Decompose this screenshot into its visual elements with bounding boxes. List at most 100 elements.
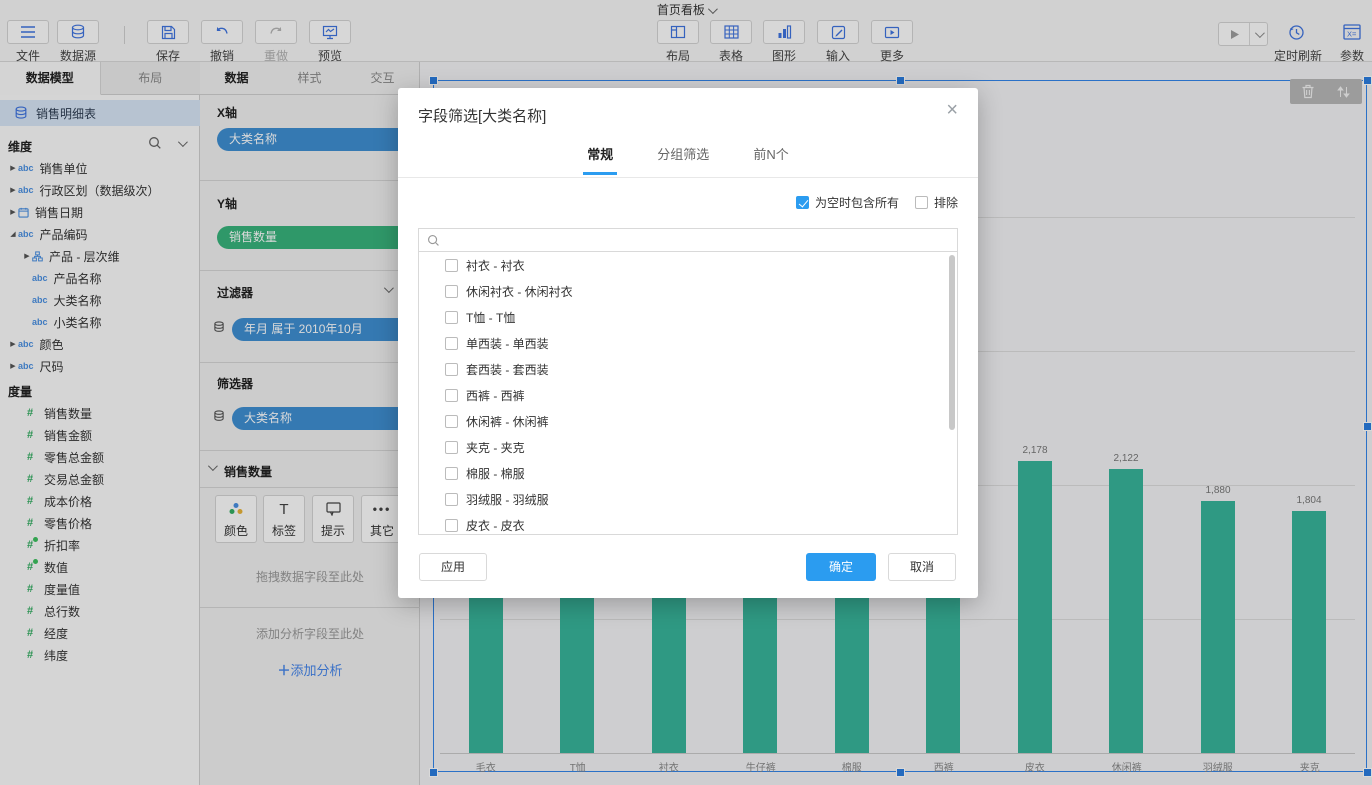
dimensions-chevron-down-icon[interactable] (178, 137, 188, 147)
board-title[interactable]: 首页看板 (0, 1, 1372, 15)
label-button[interactable]: T 标签 (263, 495, 305, 543)
measure-item[interactable]: #成本价格 (0, 490, 200, 512)
value-checkbox[interactable] (445, 337, 458, 350)
value-checkbox[interactable] (445, 519, 458, 532)
dialog-value-item[interactable]: 棉服 - 棉服 (419, 460, 957, 486)
dialog-value-item[interactable]: 衬衣 - 衬衣 (419, 252, 957, 278)
measure-item[interactable]: #经度 (0, 622, 200, 644)
datasource-button[interactable]: 数据源 (56, 20, 100, 64)
exclude-checkbox-item[interactable]: 排除 (915, 194, 958, 211)
tab-style[interactable]: 样式 (273, 62, 346, 94)
dimension-item[interactable]: ▶abc行政区划（数据级次） (0, 179, 200, 201)
filter-chevron-down-icon[interactable] (384, 283, 394, 293)
tree-collapsed-icon[interactable]: ▶ (8, 164, 18, 172)
measure-item[interactable]: #交易总金额 (0, 468, 200, 490)
selection-handle[interactable] (429, 76, 438, 85)
dialog-tab-regular[interactable]: 常规 (587, 144, 613, 175)
more-button[interactable]: 更多 (870, 20, 914, 64)
value-checkbox[interactable] (445, 493, 458, 506)
list-scrollbar[interactable] (949, 255, 955, 430)
add-analysis-link[interactable]: ＋添加分析 (200, 660, 420, 679)
selection-handle[interactable] (1363, 76, 1372, 85)
bar-休闲裤[interactable] (1109, 469, 1143, 753)
dataset-row[interactable]: 销售明细表 (0, 100, 200, 126)
tree-expanded-icon[interactable]: ◢ (8, 230, 18, 238)
dialog-value-item[interactable]: 夹克 - 夹克 (419, 434, 957, 460)
timer-refresh-button[interactable]: 定时刷新 (1274, 20, 1318, 64)
include-all-checkbox[interactable] (796, 196, 809, 209)
selection-handle[interactable] (429, 768, 438, 777)
exclude-checkbox[interactable] (915, 196, 928, 209)
dimension-item[interactable]: abc小类名称 (0, 311, 200, 333)
selection-handle[interactable] (1363, 768, 1372, 777)
measure-item[interactable]: #零售总金额 (0, 446, 200, 468)
dialog-value-item[interactable]: 休闲衬衣 - 休闲衬衣 (419, 278, 957, 304)
dimension-item[interactable]: ▶abc颜色 (0, 333, 200, 355)
selection-handle[interactable] (896, 768, 905, 777)
value-checkbox[interactable] (445, 441, 458, 454)
bar-皮衣[interactable] (1018, 461, 1052, 753)
x-axis-pill[interactable]: 大类名称 (217, 128, 415, 151)
tab-data[interactable]: 数据 (200, 62, 273, 94)
value-checkbox[interactable] (445, 285, 458, 298)
bar-夹克[interactable] (1292, 511, 1326, 753)
save-button[interactable]: 保存 (146, 20, 190, 64)
selection-handle[interactable] (1363, 422, 1372, 431)
measure-item[interactable]: #度量值 (0, 578, 200, 600)
cancel-button[interactable]: 取消 (888, 553, 956, 581)
dialog-value-item[interactable]: 休闲裤 - 休闲裤 (419, 408, 957, 434)
tree-collapsed-icon[interactable]: ▶ (8, 340, 18, 348)
dialog-tab-top-n[interactable]: 前N个 (753, 144, 788, 175)
value-checkbox[interactable] (445, 415, 458, 428)
measure-item[interactable]: #总行数 (0, 600, 200, 622)
dialog-value-item[interactable]: 皮衣 - 皮衣 (419, 512, 957, 535)
trash-icon[interactable] (1301, 84, 1315, 99)
other-button[interactable]: ••• 其它 (361, 495, 403, 543)
filter-pill[interactable]: 年月 属于 2010年10月 (232, 318, 415, 341)
table-button[interactable]: 表格 (709, 20, 753, 64)
tab-layout[interactable]: 布局 (101, 62, 201, 94)
value-checkbox[interactable] (445, 467, 458, 480)
selection-handle[interactable] (896, 76, 905, 85)
tree-collapsed-icon[interactable]: ▶ (22, 252, 32, 260)
layout-button[interactable]: 布局 (656, 20, 700, 64)
preview-button[interactable]: 预览 (308, 20, 352, 64)
measure-item[interactable]: #销售金额 (0, 424, 200, 446)
measure-item[interactable]: #零售价格 (0, 512, 200, 534)
value-checkbox[interactable] (445, 363, 458, 376)
y-axis-pill[interactable]: 销售数量 (217, 226, 415, 249)
tab-data-model[interactable]: 数据模型 (0, 62, 101, 95)
redo-button[interactable]: 重做 (254, 20, 298, 64)
measure-item[interactable]: #折扣率 (0, 534, 200, 556)
swap-icon[interactable] (1336, 85, 1351, 99)
dimension-item[interactable]: abc大类名称 (0, 289, 200, 311)
dialog-value-item[interactable]: T恤 - T恤 (419, 304, 957, 330)
include-all-checkbox-item[interactable]: 为空时包含所有 (796, 194, 899, 211)
dialog-value-item[interactable]: 羽绒服 - 羽绒服 (419, 486, 957, 512)
dialog-value-item[interactable]: 西裤 - 西裤 (419, 382, 957, 408)
selector-pill[interactable]: 大类名称 (232, 407, 415, 430)
tree-collapsed-icon[interactable]: ▶ (8, 186, 18, 194)
input-button[interactable]: 输入 (816, 20, 860, 64)
search-icon[interactable] (148, 136, 162, 150)
value-checkbox[interactable] (445, 389, 458, 402)
measure-item[interactable]: #纬度 (0, 644, 200, 666)
value-checkbox[interactable] (445, 259, 458, 272)
dimension-item[interactable]: ▶销售日期 (0, 201, 200, 223)
dimension-item[interactable]: ◢abc产品编码 (0, 223, 200, 245)
bar-羽绒服[interactable] (1201, 501, 1235, 753)
run-dropdown-chevron-icon[interactable] (1249, 23, 1267, 45)
tree-collapsed-icon[interactable]: ▶ (8, 362, 18, 370)
parameter-button[interactable]: X= 参数 (1330, 20, 1372, 64)
dialog-value-item[interactable]: 套西装 - 套西装 (419, 356, 957, 382)
dialog-tab-group-filter[interactable]: 分组筛选 (657, 144, 709, 175)
dimension-item[interactable]: ▶产品 - 层次维 (0, 245, 200, 267)
search-input[interactable] (446, 230, 957, 250)
value-checkbox[interactable] (445, 311, 458, 324)
tree-collapsed-icon[interactable]: ▶ (8, 208, 18, 216)
apply-button[interactable]: 应用 (419, 553, 487, 581)
measure-item[interactable]: #数值 (0, 556, 200, 578)
dimension-item[interactable]: ▶abc尺码 (0, 355, 200, 377)
color-button[interactable]: 颜色 (215, 495, 257, 543)
close-icon[interactable]: × (946, 100, 958, 120)
